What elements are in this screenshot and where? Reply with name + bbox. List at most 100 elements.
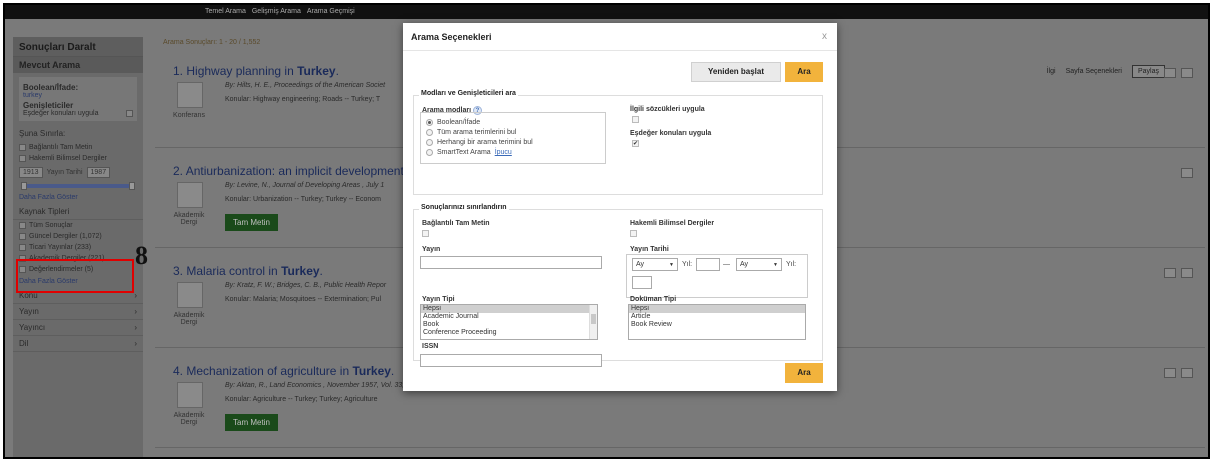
show-more-link[interactable]: Daha Fazla Göster — [13, 191, 143, 204]
peer-reviewed-label: Hakemli Bilimsel Dergiler — [630, 220, 715, 227]
facet-language[interactable]: Dil › — [13, 336, 143, 352]
doc-type-label: Doküman Tipi — [630, 296, 677, 303]
checkbox-icon[interactable] — [19, 222, 26, 229]
conference-icon — [177, 82, 203, 108]
chevron-right-icon: › — [134, 323, 137, 332]
current-search-heading: Mevcut Arama — [13, 57, 143, 73]
date-from-input[interactable]: 1913 — [19, 167, 43, 178]
mode-all-terms[interactable]: Tüm arama terimlerini bul — [426, 129, 516, 136]
checkbox-icon[interactable] — [422, 230, 429, 237]
search-button-top[interactable]: Ara — [785, 62, 823, 82]
folder-icon[interactable] — [1181, 68, 1193, 78]
dropdown-arrow-icon: ▼ — [669, 262, 674, 268]
result-subjects: Konular: Agriculture -- Turkey; Turkey; … — [225, 396, 378, 403]
preview-icon[interactable] — [1164, 268, 1176, 278]
folder-icon[interactable] — [1181, 368, 1193, 378]
preview-icon[interactable] — [1164, 68, 1176, 78]
annotation-number: 8 — [135, 241, 148, 270]
date-slider[interactable] — [21, 182, 135, 190]
screenshot-frame: Temel Arama Gelişmiş Arama Arama Geçmişi… — [3, 3, 1210, 459]
pub-type-option[interactable]: Book — [421, 321, 597, 329]
month-from-select[interactable]: Ay ▼ — [632, 258, 678, 271]
doc-type-option[interactable]: Hepsi — [629, 305, 805, 313]
boolean-value[interactable]: turkey — [23, 92, 133, 99]
folder-icon[interactable] — [1181, 268, 1193, 278]
scrollbar[interactable] — [589, 305, 597, 339]
nav-basic-search[interactable]: Temel Arama — [205, 8, 246, 15]
year-to-input[interactable] — [632, 276, 652, 289]
smarttext-tip-link[interactable]: İpucu — [495, 149, 512, 156]
doc-type-listbox[interactable]: Hepsi Article Book Review — [628, 304, 806, 340]
reset-button[interactable]: Yeniden başlat — [691, 62, 781, 82]
checkbox-icon[interactable] — [630, 230, 637, 237]
equiv-subjects-checkbox[interactable]: ✔ — [632, 140, 639, 147]
source-type-row[interactable]: Tüm Sonuçlar — [13, 220, 143, 231]
date-to-input[interactable]: 1987 — [86, 167, 111, 178]
pub-type-option[interactable]: Conference Proceeding — [421, 329, 597, 337]
top-nav: Temel Arama Gelişmiş Arama Arama Geçmişi — [205, 8, 355, 15]
pub-type-listbox[interactable]: Hepsi Academic Journal Book Conference P… — [420, 304, 598, 340]
peer-reviewed-checkbox[interactable] — [630, 230, 637, 237]
mode-any-terms[interactable]: Herhangi bir arama terimini bul — [426, 139, 533, 146]
related-words-checkbox[interactable] — [632, 116, 639, 123]
checkbox-icon[interactable] — [19, 233, 26, 240]
search-button-bottom[interactable]: Ara — [785, 363, 823, 383]
limit-peer-row[interactable]: Hakemli Bilimsel Dergiler — [13, 153, 143, 164]
result-title[interactable]: 3. Malaria control in Turkey. — [173, 264, 323, 278]
pub-type-option[interactable]: Hepsi — [421, 305, 597, 313]
facet-publisher[interactable]: Yayıncı › — [13, 320, 143, 336]
checkbox-icon[interactable] — [19, 155, 26, 162]
mode-boolean[interactable]: Boolean/İfade — [426, 119, 480, 126]
source-type-row[interactable]: Güncel Dergiler (1,072) — [13, 231, 143, 242]
remove-expander-icon[interactable] — [126, 110, 133, 117]
slider-handle-right[interactable] — [129, 182, 135, 190]
checkmark-icon[interactable]: ✔ — [632, 140, 639, 147]
result-subjects: Konular: Highway engineering; Roads -- T… — [225, 96, 381, 103]
pub-date-label: Yayın Tarihi — [630, 246, 669, 253]
result-meta: By: Kratz, F. W.; Bridges, C. B., Public… — [225, 282, 387, 289]
facet-label: Yayıncı — [19, 323, 46, 332]
pub-type-label: Yayın Tipi — [422, 296, 455, 303]
year-from-label: Yıl: — [682, 261, 693, 268]
close-icon[interactable]: x — [822, 31, 827, 42]
result-title[interactable]: 1. Highway planning in Turkey. — [173, 64, 339, 78]
radio-icon[interactable] — [426, 149, 433, 156]
facet-publication[interactable]: Yayın › — [13, 304, 143, 320]
checkbox-icon[interactable] — [19, 244, 26, 251]
chevron-right-icon: › — [134, 339, 137, 348]
publication-input[interactable] — [420, 256, 602, 269]
preview-icon[interactable] — [1164, 368, 1176, 378]
issn-input[interactable] — [420, 354, 602, 367]
result-title[interactable]: 4. Mechanization of agriculture in Turke… — [173, 364, 394, 378]
checkbox-icon[interactable] — [632, 116, 639, 123]
refine-sidebar: Sonuçları Daralt Mevcut Arama Boolean/İf… — [13, 37, 143, 457]
radio-icon[interactable] — [426, 119, 433, 126]
radio-icon[interactable] — [426, 139, 433, 146]
preview-icon[interactable] — [1181, 168, 1193, 178]
linked-fulltext-checkbox[interactable] — [422, 230, 429, 237]
journal-icon — [177, 182, 203, 208]
doc-type-option[interactable]: Article — [629, 313, 805, 321]
mode-smarttext[interactable]: SmartText Arama İpucu — [426, 149, 512, 156]
nav-search-history[interactable]: Arama Geçmişi — [307, 8, 355, 15]
doc-type-option[interactable]: Book Review — [629, 321, 805, 329]
source-type-row[interactable]: Ticari Yayınlar (233) — [13, 242, 143, 253]
pub-type-option[interactable]: Academic Journal — [421, 313, 597, 321]
chevron-right-icon: › — [134, 307, 137, 316]
slider-handle-left[interactable] — [21, 182, 27, 190]
result-meta: By: Levine, N., Journal of Developing Ar… — [225, 182, 385, 189]
full-text-button[interactable]: Tam Metin — [225, 214, 278, 231]
full-text-button[interactable]: Tam Metin — [225, 414, 278, 431]
year-from-input[interactable] — [696, 258, 720, 271]
radio-icon[interactable] — [426, 129, 433, 136]
dropdown-arrow-icon: ▼ — [773, 262, 778, 268]
result-meta: By: Hilts, H. E., Proceedings of the Ame… — [225, 82, 386, 89]
limit-fulltext-row[interactable]: Bağlantılı Tam Metin — [13, 142, 143, 153]
modal-header: Arama Seçenekleri x — [403, 23, 837, 51]
result-title[interactable]: 2. Antiurbanization: an implicit develop… — [173, 164, 414, 178]
source-types-heading[interactable]: Kaynak Tipleri — [13, 204, 143, 220]
nav-advanced-search[interactable]: Gelişmiş Arama — [252, 8, 301, 15]
month-to-select[interactable]: Ay ▼ — [736, 258, 782, 271]
checkbox-icon[interactable] — [19, 144, 26, 151]
journal-icon — [177, 382, 203, 408]
